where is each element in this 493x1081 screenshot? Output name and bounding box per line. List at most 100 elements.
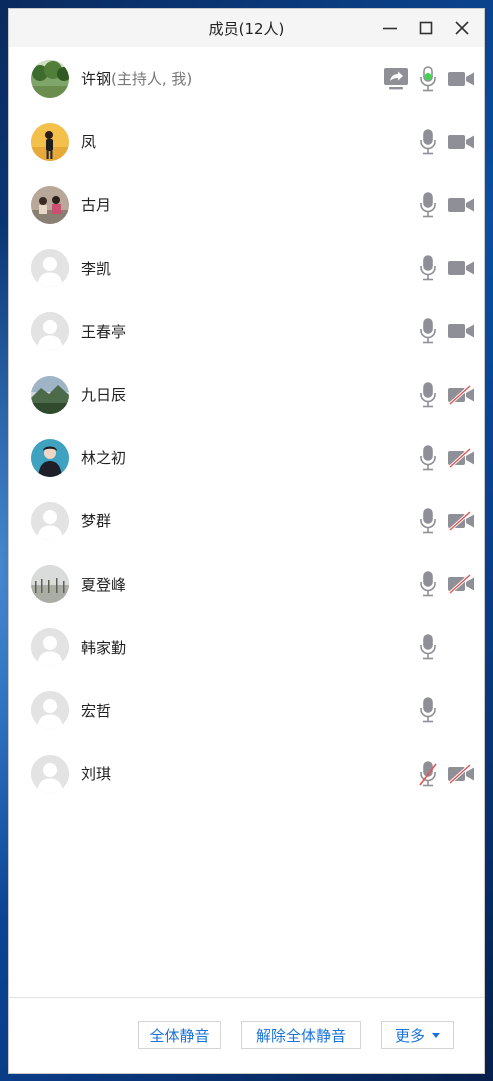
avatar (31, 59, 69, 98)
members-window: 成员(12人) 许钢(主持人, 我) 凤古月李凯王春亭九日辰林之初梦群夏登峰韩家勤… (9, 9, 484, 1073)
window-controls (372, 9, 480, 47)
camera-placeholder (444, 694, 478, 726)
member-controls (412, 237, 478, 300)
microphone-icon[interactable] (412, 505, 444, 537)
member-row[interactable]: 许钢(主持人, 我) (9, 47, 484, 110)
close-icon[interactable] (444, 9, 480, 47)
member-name: 韩家勤 (81, 637, 126, 658)
member-row[interactable]: 古月 (9, 173, 484, 236)
microphone-icon[interactable] (412, 379, 444, 411)
member-row[interactable]: 王春亭 (9, 300, 484, 363)
member-name: 宏哲 (81, 700, 111, 721)
member-row[interactable]: 梦群 (9, 489, 484, 552)
camera-icon[interactable] (444, 189, 478, 221)
member-controls (412, 742, 478, 805)
maximize-icon[interactable] (408, 9, 444, 47)
member-list: 许钢(主持人, 我) 凤古月李凯王春亭九日辰林之初梦群夏登峰韩家勤宏哲刘琪 (9, 47, 484, 997)
member-name-text: 刘琪 (81, 765, 112, 784)
member-controls (412, 110, 478, 173)
minimize-icon[interactable] (372, 9, 408, 47)
member-name-text: 韩家勤 (81, 638, 127, 657)
member-name: 古月 (81, 194, 111, 215)
microphone-icon[interactable] (412, 252, 444, 284)
camera-off-icon[interactable] (444, 505, 478, 537)
member-controls (412, 300, 478, 363)
member-row[interactable]: 韩家勤 (9, 616, 484, 679)
footer-bar: 全体静音 解除全体静音 更多 (9, 997, 484, 1073)
avatar (31, 249, 69, 288)
microphone-icon[interactable] (412, 189, 444, 221)
member-role: (主持人, 我) (111, 70, 193, 89)
caret-down-icon (432, 1032, 440, 1038)
screen-share-icon[interactable] (380, 63, 412, 95)
member-controls (412, 616, 478, 679)
title-bar: 成员(12人) (9, 9, 484, 47)
member-name: 刘琪 (81, 763, 111, 784)
more-button-label: 更多 (394, 1026, 425, 1045)
microphone-icon[interactable] (412, 442, 444, 474)
member-controls (412, 173, 478, 236)
member-name: 凤 (81, 131, 96, 152)
member-name-text: 古月 (81, 196, 112, 215)
member-row[interactable]: 夏登峰 (9, 553, 484, 616)
unmute-all-button[interactable]: 解除全体静音 (241, 1021, 361, 1049)
member-controls (412, 679, 478, 742)
member-row[interactable]: 九日辰 (9, 363, 484, 426)
more-button[interactable]: 更多 (381, 1021, 454, 1049)
avatar (31, 628, 69, 667)
member-row[interactable]: 林之初 (9, 426, 484, 489)
camera-icon[interactable] (444, 63, 478, 95)
mic-muted-icon[interactable] (412, 758, 444, 790)
member-name: 梦群 (81, 510, 111, 531)
avatar (31, 185, 69, 224)
camera-icon[interactable] (444, 315, 478, 347)
member-row[interactable]: 宏哲 (9, 679, 484, 742)
microphone-icon[interactable] (412, 694, 444, 726)
avatar (31, 375, 69, 414)
member-row[interactable]: 刘琪 (9, 742, 484, 805)
camera-placeholder (444, 631, 478, 663)
member-name-text: 宏哲 (81, 701, 112, 720)
member-name: 王春亭 (81, 321, 126, 342)
avatar (31, 438, 69, 477)
mute-all-button[interactable]: 全体静音 (138, 1021, 221, 1049)
member-name-text: 王春亭 (81, 322, 127, 341)
member-name-text: 林之初 (81, 449, 127, 468)
avatar (31, 312, 69, 351)
member-name-text: 凤 (81, 133, 97, 152)
camera-off-icon[interactable] (444, 758, 478, 790)
member-name: 林之初 (81, 447, 126, 468)
avatar (31, 122, 69, 161)
member-name-text: 梦群 (81, 512, 112, 531)
camera-icon[interactable] (444, 126, 478, 158)
microphone-icon[interactable] (412, 63, 444, 95)
camera-off-icon[interactable] (444, 442, 478, 474)
member-name-text: 许钢 (81, 70, 112, 89)
member-controls (380, 47, 478, 110)
member-name: 九日辰 (81, 384, 126, 405)
avatar (31, 565, 69, 604)
microphone-icon[interactable] (412, 631, 444, 663)
member-controls (412, 426, 478, 489)
member-controls (412, 553, 478, 616)
member-name-text: 李凯 (81, 259, 112, 278)
avatar (31, 691, 69, 730)
window-title: 成员(12人) (208, 19, 285, 38)
microphone-icon[interactable] (412, 568, 444, 600)
member-name-text: 夏登峰 (81, 575, 127, 594)
avatar (31, 754, 69, 793)
camera-icon[interactable] (444, 252, 478, 284)
camera-off-icon[interactable] (444, 568, 478, 600)
microphone-icon[interactable] (412, 126, 444, 158)
camera-off-icon[interactable] (444, 379, 478, 411)
avatar (31, 501, 69, 540)
member-controls (412, 489, 478, 552)
member-name: 许钢(主持人, 我) (81, 68, 192, 89)
member-controls (412, 363, 478, 426)
member-row[interactable]: 凤 (9, 110, 484, 173)
member-name-text: 九日辰 (81, 386, 127, 405)
member-name: 夏登峰 (81, 574, 126, 595)
member-name: 李凯 (81, 258, 111, 279)
microphone-icon[interactable] (412, 315, 444, 347)
member-row[interactable]: 李凯 (9, 237, 484, 300)
